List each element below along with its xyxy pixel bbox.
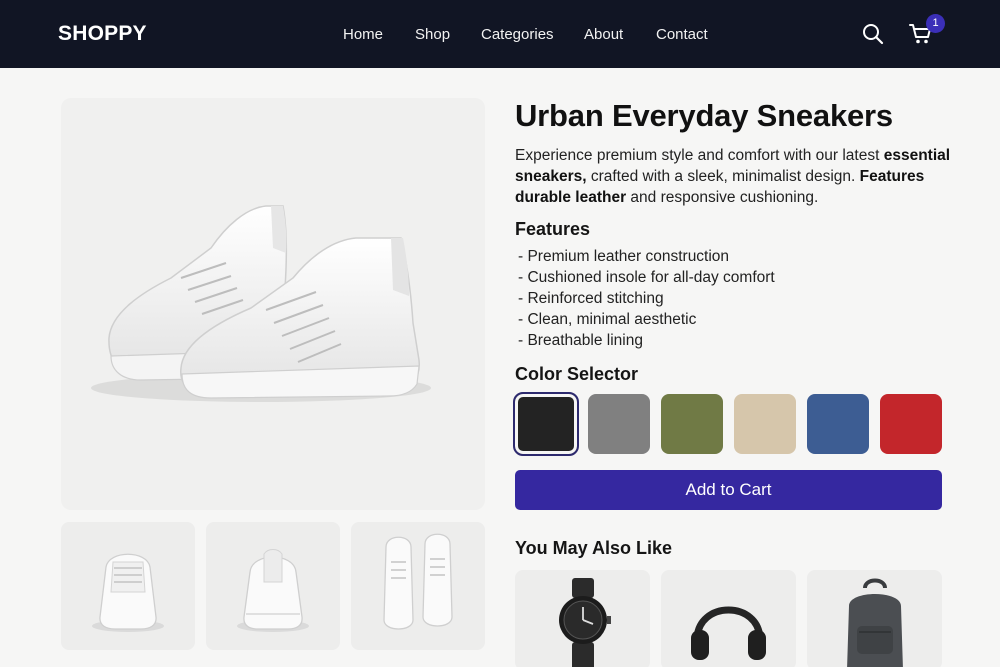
- main-nav: Home Shop Categories About Contact: [0, 26, 1000, 46]
- feature-item: Cushioned insole for all-day comfort: [518, 267, 774, 288]
- color-swatch-blue[interactable]: [807, 394, 869, 454]
- description-text: crafted with a sleek, minimalist design.: [586, 168, 860, 185]
- feature-item: Breathable lining: [518, 330, 775, 351]
- add-to-cart-button[interactable]: Add to Cart: [515, 470, 942, 510]
- features-heading: Features: [515, 219, 591, 239]
- thumbnail-top-view[interactable]: [351, 522, 485, 650]
- color-selector-heading: Color Selector: [515, 364, 639, 384]
- description-text: Experience premium style and comfort wit…: [515, 147, 884, 164]
- color-swatch-beige[interactable]: [734, 394, 796, 454]
- nav-contact[interactable]: Contact: [656, 26, 708, 43]
- color-swatch-black[interactable]: [513, 392, 579, 456]
- color-swatch-red[interactable]: [880, 394, 942, 454]
- product-title: Urban Everyday Sneakers: [515, 98, 893, 133]
- product-description: Experience premium style and comfort wit…: [515, 145, 955, 208]
- headphones-icon: [691, 606, 766, 660]
- top-navbar: SHOPPY Home Shop Categories About Contac…: [0, 0, 1000, 68]
- cart-count-badge: 1: [926, 14, 945, 33]
- color-swatch-olive[interactable]: [661, 394, 723, 454]
- features-list: Premium leather construction Cushioned i…: [518, 246, 775, 351]
- search-icon[interactable]: [862, 23, 884, 45]
- nav-about[interactable]: About: [584, 26, 623, 43]
- nav-categories[interactable]: Categories: [481, 26, 554, 43]
- backpack-icon: [847, 578, 903, 667]
- related-product-backpack[interactable]: [807, 570, 942, 667]
- nav-home[interactable]: Home: [343, 26, 383, 43]
- thumbnail-back-view[interactable]: [206, 522, 340, 650]
- related-product-headphones[interactable]: [661, 570, 796, 667]
- nav-shop[interactable]: Shop: [415, 26, 450, 43]
- product-main-image[interactable]: [61, 98, 485, 510]
- thumbnail-front-view[interactable]: [61, 522, 195, 650]
- related-product-watch[interactable]: [515, 570, 650, 667]
- description-text: and responsive cushioning.: [626, 189, 819, 206]
- feature-item: Clean, minimal aesthetic: [518, 309, 775, 330]
- feature-item: Premium leather construction: [518, 246, 775, 267]
- color-swatch-gray[interactable]: [588, 394, 650, 454]
- watch-icon: [559, 578, 611, 667]
- related-products-heading: You May Also Like: [515, 538, 673, 558]
- feature-item: Reinforced stitching: [518, 288, 775, 309]
